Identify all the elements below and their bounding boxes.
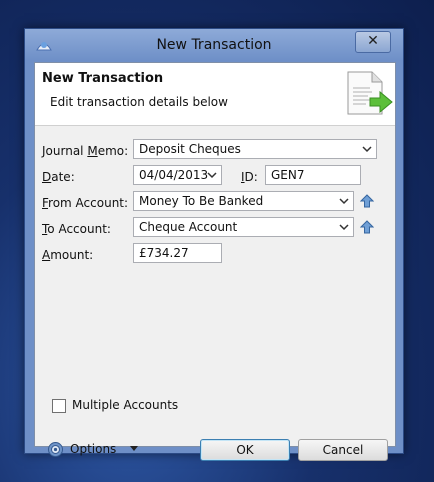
from-account-combo[interactable]: Money To Be Banked — [133, 191, 354, 211]
chevron-down-icon — [130, 446, 138, 451]
gear-icon — [48, 442, 63, 457]
journal-memo-combo[interactable]: Deposit Cheques — [133, 139, 377, 159]
options-label: Options — [70, 442, 117, 456]
up-arrow-icon[interactable] — [360, 220, 374, 234]
chevron-down-icon — [339, 198, 349, 205]
to-account-label: To Account: — [42, 222, 111, 236]
close-button[interactable]: ✕ — [355, 31, 391, 53]
amount-input[interactable]: £734.27 — [133, 243, 222, 263]
dialog-client: New Transaction Edit transaction details… — [34, 62, 396, 461]
ok-button[interactable]: OK — [200, 439, 290, 461]
date-value: 04/04/2013 — [139, 168, 209, 182]
multiple-accounts-label[interactable]: Multiple Accounts — [72, 398, 178, 412]
window-title: New Transaction — [156, 37, 272, 53]
header-subtitle: Edit transaction details below — [50, 95, 228, 109]
document-arrow-icon — [347, 71, 393, 115]
journal-memo-label: Journal Memo: — [42, 144, 129, 158]
date-picker[interactable]: 04/04/2013 — [133, 165, 222, 185]
to-account-value: Cheque Account — [139, 220, 238, 234]
id-input[interactable]: GEN7 — [265, 165, 361, 185]
multiple-accounts-checkbox[interactable] — [52, 399, 66, 413]
chevron-down-icon — [339, 224, 349, 231]
header-title: New Transaction — [42, 71, 164, 86]
from-account-label: From Account: — [42, 196, 129, 210]
cancel-button[interactable]: Cancel — [298, 439, 388, 461]
date-label: Date: — [42, 170, 75, 184]
journal-memo-value: Deposit Cheques — [139, 142, 241, 156]
title-bar[interactable]: New Transaction ✕ — [25, 29, 403, 61]
id-label: ID: — [241, 170, 258, 184]
dialog-header: New Transaction Edit transaction details… — [35, 63, 395, 126]
chevron-down-icon — [207, 172, 217, 179]
from-account-value: Money To Be Banked — [139, 194, 264, 208]
up-arrow-icon[interactable] — [360, 194, 374, 208]
to-account-combo[interactable]: Cheque Account — [133, 217, 354, 237]
chevron-down-icon — [362, 146, 372, 153]
dialog-window: New Transaction ✕ New Transaction Edit t… — [24, 28, 404, 461]
amount-label: Amount: — [42, 248, 94, 262]
options-menu-button[interactable]: Options — [45, 439, 138, 461]
